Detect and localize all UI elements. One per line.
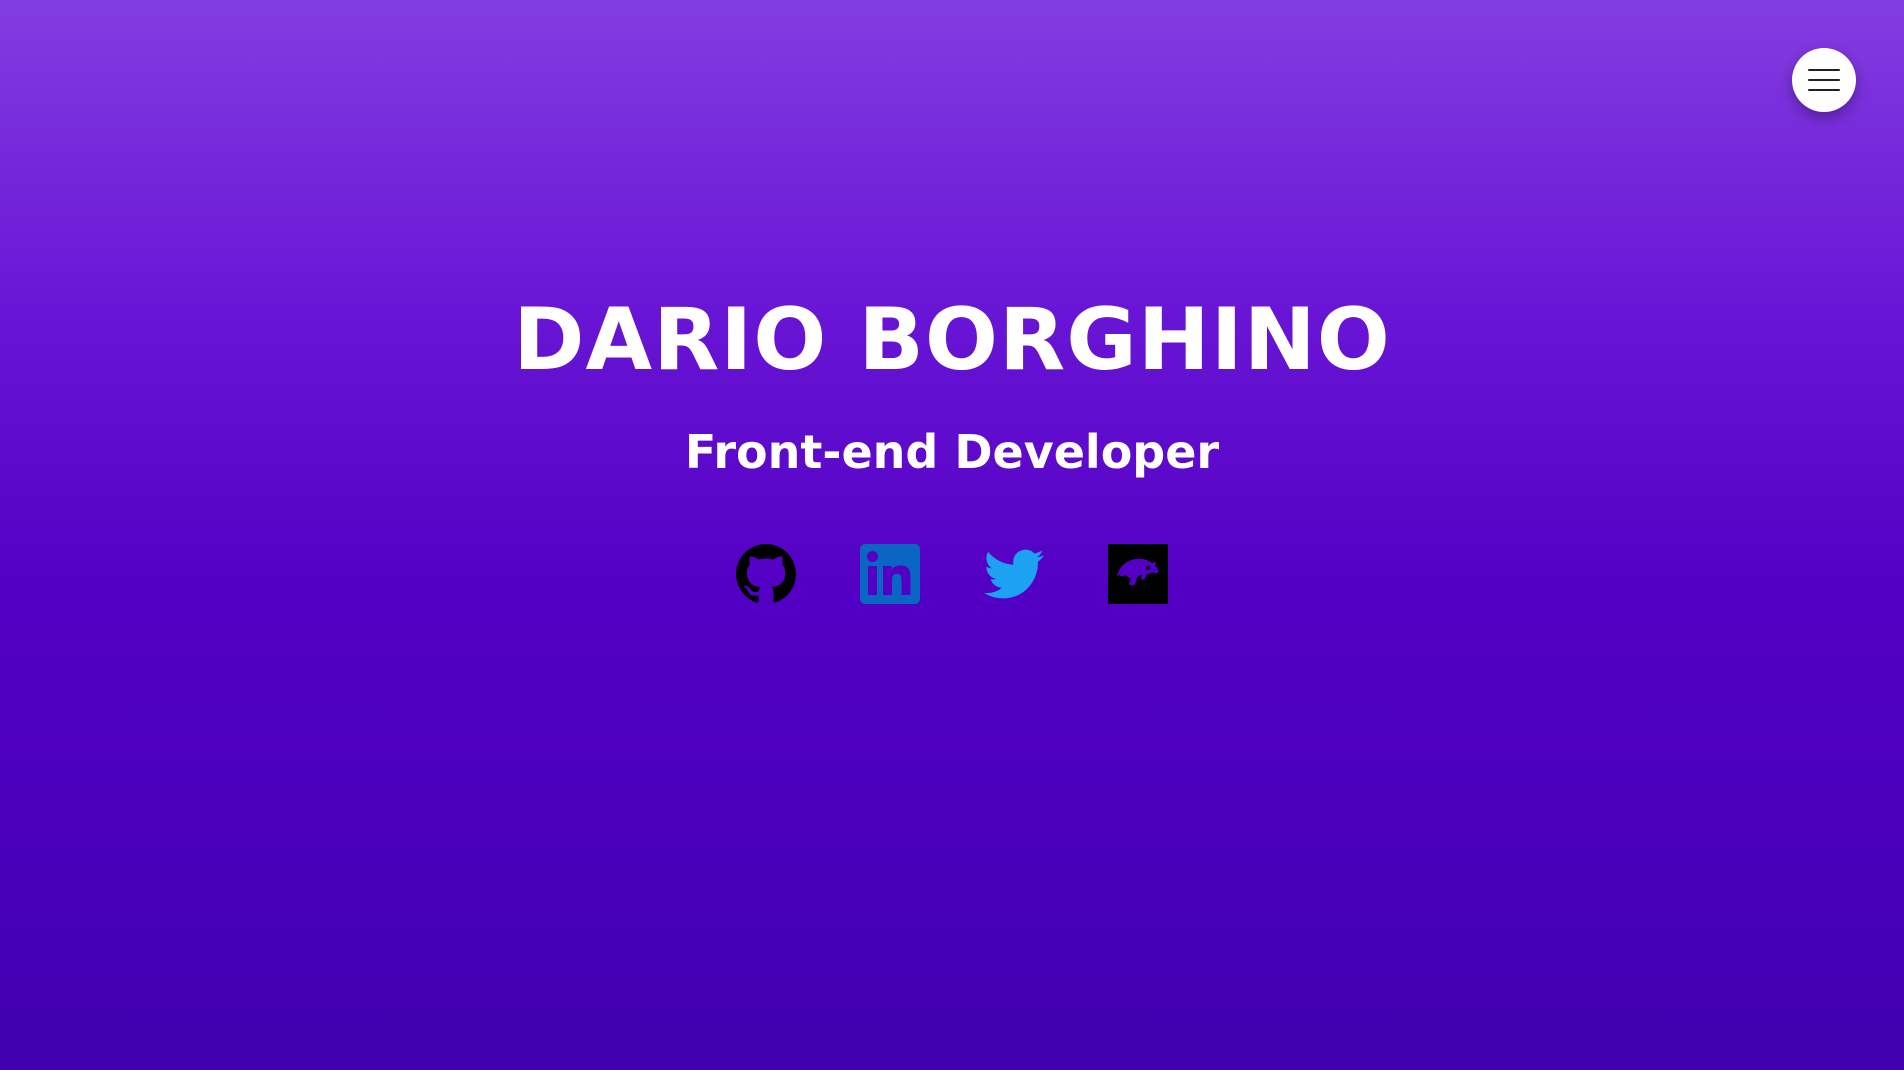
linkedin-icon	[860, 544, 920, 604]
github-icon	[736, 544, 796, 603]
hamburger-menu-icon-line	[1808, 69, 1840, 71]
job-title: Front-end Developer	[684, 425, 1220, 479]
hamburger-menu-icon-line	[1808, 79, 1840, 81]
page-title: DARIO BORGHINO	[513, 290, 1391, 390]
twitter-icon	[984, 549, 1044, 599]
github-link[interactable]	[736, 544, 796, 604]
hamburger-menu-icon-line	[1808, 89, 1840, 91]
menu-button[interactable]	[1792, 48, 1856, 112]
social-links	[736, 544, 1168, 604]
codewars-link[interactable]	[1108, 544, 1168, 604]
twitter-link[interactable]	[984, 544, 1044, 604]
codewars-icon	[1108, 544, 1168, 604]
hero-section: DARIO BORGHINO Front-end Developer	[0, 288, 1904, 604]
linkedin-link[interactable]	[860, 544, 920, 604]
